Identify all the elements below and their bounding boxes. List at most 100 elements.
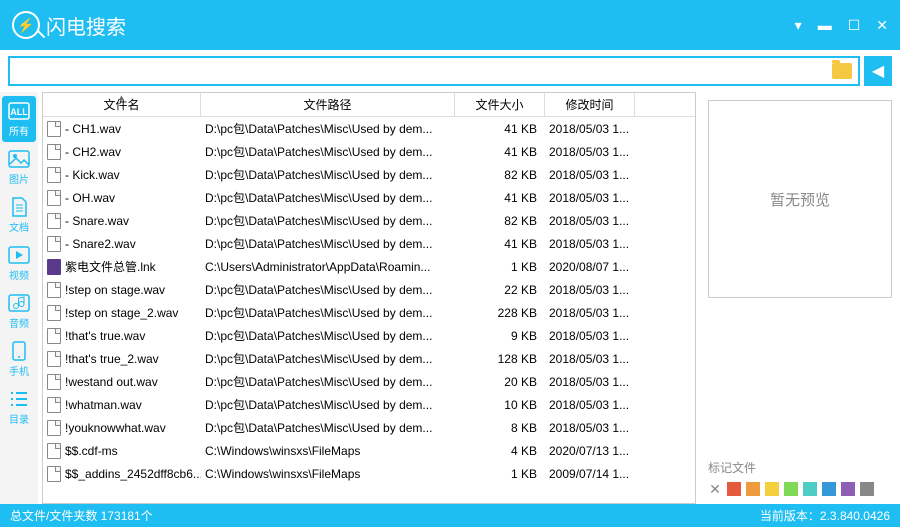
cell-size: 10 KB	[455, 398, 545, 412]
sidebar-item-document[interactable]: 文档	[2, 192, 36, 238]
tag-color-swatch[interactable]	[860, 482, 874, 496]
cell-size: 1 KB	[455, 260, 545, 274]
cell-mtime: 2018/05/03 1...	[545, 352, 635, 366]
cell-name: - CH2.wav	[43, 144, 201, 160]
file-name: $$_addins_2452dff8cb6...	[65, 467, 201, 481]
tag-label: 标记文件	[708, 459, 892, 476]
cell-mtime: 2020/08/07 1...	[545, 260, 635, 274]
cell-path: D:\pc包\Data\Patches\Misc\Used by dem...	[201, 143, 455, 160]
cell-name: !that's true.wav	[43, 328, 201, 344]
file-icon	[47, 466, 61, 482]
cell-path: D:\pc包\Data\Patches\Misc\Used by dem...	[201, 373, 455, 390]
mobile-icon	[7, 340, 31, 362]
cell-size: 1 KB	[455, 467, 545, 481]
table-row[interactable]: - CH1.wavD:\pc包\Data\Patches\Misc\Used b…	[43, 117, 695, 140]
tag-color-swatch[interactable]	[727, 482, 741, 496]
cell-name: $$_addins_2452dff8cb6...	[43, 466, 201, 482]
cell-mtime: 2018/05/03 1...	[545, 421, 635, 435]
file-icon	[47, 190, 61, 206]
file-name: !step on stage_2.wav	[65, 306, 178, 320]
table-row[interactable]: - Snare2.wavD:\pc包\Data\Patches\Misc\Use…	[43, 232, 695, 255]
table-row[interactable]: 紫电文件总管.lnkC:\Users\Administrator\AppData…	[43, 255, 695, 278]
list-icon	[7, 388, 31, 410]
cell-path: D:\pc包\Data\Patches\Misc\Used by dem...	[201, 166, 455, 183]
cell-mtime: 2018/05/03 1...	[545, 237, 635, 251]
cell-mtime: 2018/05/03 1...	[545, 375, 635, 389]
sidebar-item-video[interactable]: 视频	[2, 240, 36, 286]
preview-box: 暂无预览	[708, 100, 892, 298]
file-name: !youknowwhat.wav	[65, 421, 166, 435]
cell-mtime: 2018/05/03 1...	[545, 122, 635, 136]
titlebar: ⚡ 闪电搜索 ▾ ▬ ☐ ✕	[0, 0, 900, 50]
column-header-mtime[interactable]: 修改时间	[545, 93, 635, 116]
column-header-size[interactable]: 文件大小	[455, 93, 545, 116]
column-header-path[interactable]: 文件路径	[201, 93, 455, 116]
preview-panel: 暂无预览 标记文件 ✕	[700, 92, 900, 504]
table-row[interactable]: !youknowwhat.wavD:\pc包\Data\Patches\Misc…	[43, 416, 695, 439]
cell-path: C:\Windows\winsxs\FileMaps	[201, 444, 455, 458]
cell-name: 紫电文件总管.lnk	[43, 258, 201, 275]
tag-color-swatch[interactable]	[841, 482, 855, 496]
status-version: 当前版本：2.3.840.0426	[760, 507, 890, 524]
tag-color-swatch[interactable]	[803, 482, 817, 496]
close-button[interactable]: ✕	[876, 17, 888, 34]
video-icon	[7, 244, 31, 266]
search-input[interactable]	[16, 64, 832, 79]
table-row[interactable]: !step on stage_2.wavD:\pc包\Data\Patches\…	[43, 301, 695, 324]
maximize-button[interactable]: ☐	[848, 17, 861, 34]
cell-name: !that's true_2.wav	[43, 351, 201, 367]
table-row[interactable]: - OH.wavD:\pc包\Data\Patches\Misc\Used by…	[43, 186, 695, 209]
cell-path: C:\Users\Administrator\AppData\Roamin...	[201, 260, 455, 274]
cell-size: 8 KB	[455, 421, 545, 435]
file-icon	[47, 351, 61, 367]
app-title: 闪电搜索	[46, 11, 126, 40]
table-header: ▲文件名 文件路径 文件大小 修改时间	[43, 93, 695, 117]
sidebar-item-mobile[interactable]: 手机	[2, 336, 36, 382]
tag-color-swatch[interactable]	[784, 482, 798, 496]
tag-color-swatch[interactable]	[765, 482, 779, 496]
column-header-name[interactable]: ▲文件名	[43, 93, 201, 116]
table-row[interactable]: $$.cdf-msC:\Windows\winsxs\FileMaps4 KB2…	[43, 439, 695, 462]
document-icon	[7, 196, 31, 218]
svg-text:ALL: ALL	[10, 107, 28, 117]
table-row[interactable]: !whatman.wavD:\pc包\Data\Patches\Misc\Use…	[43, 393, 695, 416]
file-icon	[47, 305, 61, 321]
folder-icon[interactable]	[832, 63, 852, 79]
table-row[interactable]: !that's true.wavD:\pc包\Data\Patches\Misc…	[43, 324, 695, 347]
clear-tag-button[interactable]: ✕	[708, 482, 722, 496]
tag-color-swatch[interactable]	[746, 482, 760, 496]
sidebar-item-all[interactable]: ALL 所有	[2, 96, 36, 142]
cell-mtime: 2009/07/14 1...	[545, 467, 635, 481]
file-icon	[47, 121, 61, 137]
all-icon: ALL	[7, 100, 31, 122]
cell-name: !step on stage_2.wav	[43, 305, 201, 321]
table-row[interactable]: !westand out.wavD:\pc包\Data\Patches\Misc…	[43, 370, 695, 393]
sidebar-item-audio[interactable]: 音频	[2, 288, 36, 334]
cell-mtime: 2018/05/03 1...	[545, 214, 635, 228]
sidebar-item-folder[interactable]: 目录	[2, 384, 36, 430]
table-body[interactable]: - CH1.wavD:\pc包\Data\Patches\Misc\Used b…	[43, 117, 695, 503]
sidebar-item-image[interactable]: 图片	[2, 144, 36, 190]
tag-color-swatch[interactable]	[822, 482, 836, 496]
cell-size: 82 KB	[455, 168, 545, 182]
table-row[interactable]: $$_addins_2452dff8cb6...C:\Windows\winsx…	[43, 462, 695, 485]
file-icon	[47, 328, 61, 344]
dropdown-icon[interactable]: ▾	[795, 17, 802, 34]
cell-path: D:\pc包\Data\Patches\Misc\Used by dem...	[201, 396, 455, 413]
status-file-count: 总文件/文件夹数 173181个	[10, 507, 153, 524]
sidebar-item-label: 所有	[9, 123, 29, 138]
table-row[interactable]: - Snare.wavD:\pc包\Data\Patches\Misc\Used…	[43, 209, 695, 232]
file-name: $$.cdf-ms	[65, 444, 118, 458]
table-row[interactable]: !step on stage.wavD:\pc包\Data\Patches\Mi…	[43, 278, 695, 301]
cell-size: 9 KB	[455, 329, 545, 343]
search-row: ◀	[0, 50, 900, 92]
cell-size: 228 KB	[455, 306, 545, 320]
collapse-panel-button[interactable]: ◀	[864, 56, 892, 86]
cell-name: - Snare2.wav	[43, 236, 201, 252]
minimize-button[interactable]: ▬	[818, 17, 832, 33]
table-row[interactable]: - CH2.wavD:\pc包\Data\Patches\Misc\Used b…	[43, 140, 695, 163]
file-icon	[47, 236, 61, 252]
table-row[interactable]: !that's true_2.wavD:\pc包\Data\Patches\Mi…	[43, 347, 695, 370]
table-row[interactable]: - Kick.wavD:\pc包\Data\Patches\Misc\Used …	[43, 163, 695, 186]
file-icon	[47, 443, 61, 459]
